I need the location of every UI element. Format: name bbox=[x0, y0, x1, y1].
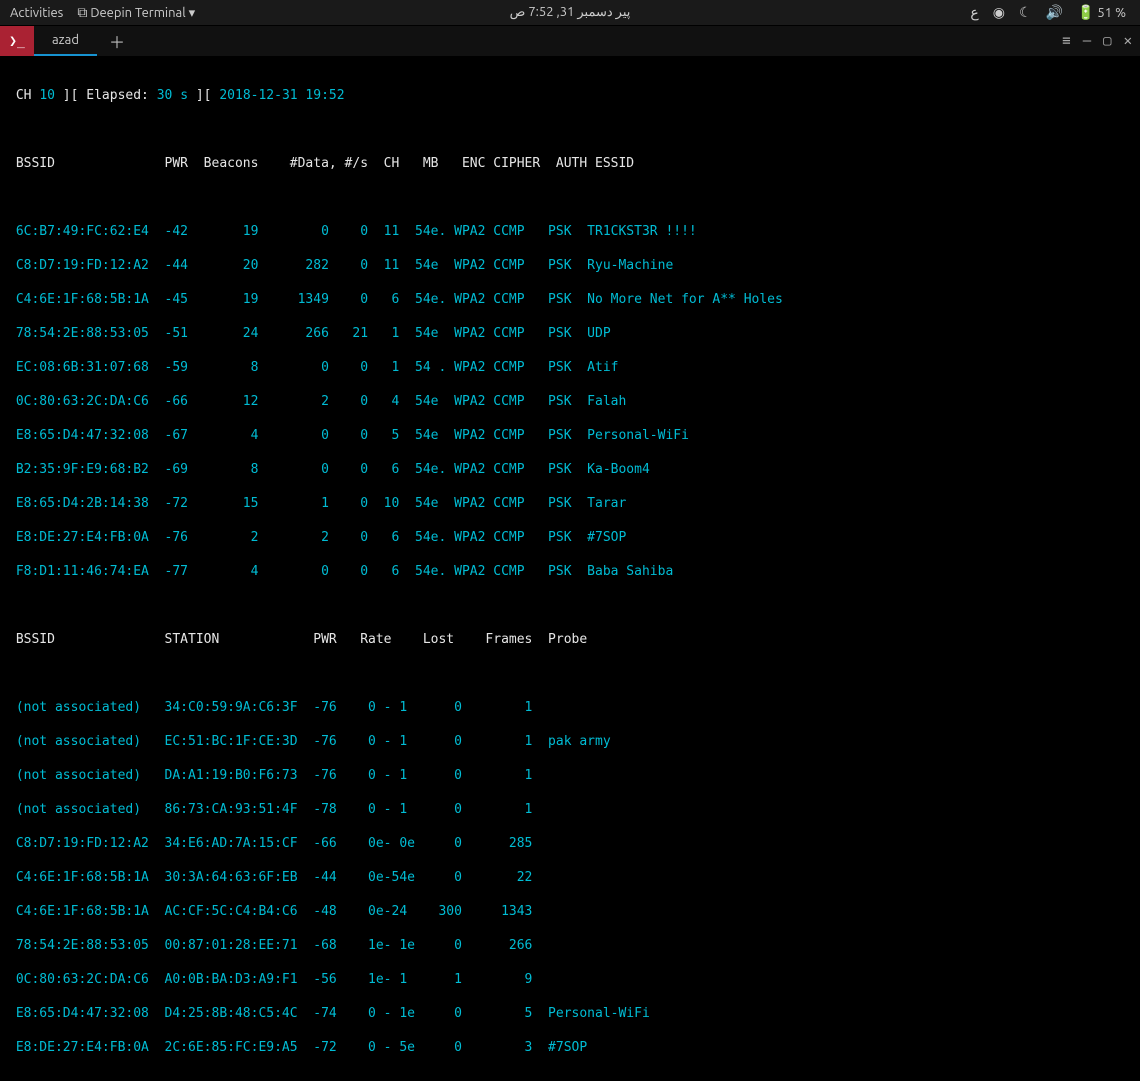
terminal-tab-bar: ❯_ azad ＋ ≡ — ▢ ✕ bbox=[0, 26, 1140, 56]
ap-row: 6C:B7:49:FC:62:E4 -42 19 0 0 11 54e. WPA… bbox=[8, 223, 1132, 240]
terminal-icon: ⧉ bbox=[77, 4, 87, 20]
battery-percent: 51 % bbox=[1097, 6, 1126, 20]
ap-row: C8:D7:19:FD:12:A2 -44 20 282 0 11 54e WP… bbox=[8, 257, 1132, 274]
station-row: (not associated) DA:A1:19:B0:F6:73 -76 0… bbox=[8, 767, 1132, 784]
terminal-output[interactable]: CH 10 ][ Elapsed: 30 s ][ 2018-12-31 19:… bbox=[0, 56, 1140, 1081]
station-row: 0C:80:63:2C:DA:C6 A0:0B:BA:D3:A9:F1 -56 … bbox=[8, 971, 1132, 988]
clock[interactable]: پیر دسمبر 31, 7:52 ص bbox=[510, 5, 631, 20]
new-tab-button[interactable]: ＋ bbox=[97, 29, 137, 53]
ap-row: F8:D1:11:46:74:EA -77 4 0 0 6 54e. WPA2 … bbox=[8, 563, 1132, 580]
language-icon[interactable]: ع bbox=[970, 4, 978, 21]
ap-row: C4:6E:1F:68:5B:1A -45 19 1349 0 6 54e. W… bbox=[8, 291, 1132, 308]
station-row: C8:D7:19:FD:12:A2 34:E6:AD:7A:15:CF -66 … bbox=[8, 835, 1132, 852]
terminal-launcher-icon[interactable]: ❯_ bbox=[0, 26, 34, 56]
status-line: CH 10 ][ Elapsed: 30 s ][ 2018-12-31 19:… bbox=[8, 88, 345, 103]
app-menu-label: Deepin Terminal ▾ bbox=[90, 6, 195, 20]
activities-button[interactable]: Activities bbox=[10, 6, 63, 20]
station-row: C4:6E:1F:68:5B:1A AC:CF:5C:C4:B4:C6 -48 … bbox=[8, 903, 1132, 920]
ap-table-header: BSSID PWR Beacons #Data, #/s CH MB ENC C… bbox=[8, 155, 1132, 172]
ap-row: B2:35:9F:E9:68:B2 -69 8 0 0 6 54e. WPA2 … bbox=[8, 461, 1132, 478]
station-row: (not associated) EC:51:BC:1F:CE:3D -76 0… bbox=[8, 733, 1132, 750]
ap-row: E8:65:D4:2B:14:38 -72 15 1 0 10 54e WPA2… bbox=[8, 495, 1132, 512]
tab-azad[interactable]: azad bbox=[34, 26, 97, 56]
station-row: (not associated) 86:73:CA:93:51:4F -78 0… bbox=[8, 801, 1132, 818]
app-menu[interactable]: ⧉ Deepin Terminal ▾ bbox=[77, 4, 195, 21]
menu-button[interactable]: ≡ bbox=[1062, 33, 1070, 49]
station-row: E8:DE:27:E4:FB:0A 2C:6E:85:FC:E9:A5 -72 … bbox=[8, 1039, 1132, 1056]
gnome-top-bar: Activities ⧉ Deepin Terminal ▾ پیر دسمبر… bbox=[0, 0, 1140, 26]
maximize-button[interactable]: ▢ bbox=[1103, 33, 1111, 49]
ap-row: 0C:80:63:2C:DA:C6 -66 12 2 0 4 54e WPA2 … bbox=[8, 393, 1132, 410]
station-row: C4:6E:1F:68:5B:1A 30:3A:64:63:6F:EB -44 … bbox=[8, 869, 1132, 886]
station-row: (not associated) 34:C0:59:9A:C6:3F -76 0… bbox=[8, 699, 1132, 716]
close-button[interactable]: ✕ bbox=[1124, 33, 1132, 49]
station-table-header: BSSID STATION PWR Rate Lost Frames Probe bbox=[8, 631, 1132, 648]
accessibility-icon[interactable]: ◉ bbox=[993, 4, 1005, 21]
minimize-button[interactable]: — bbox=[1083, 33, 1091, 49]
ap-row: 78:54:2E:88:53:05 -51 24 266 21 1 54e WP… bbox=[8, 325, 1132, 342]
battery-indicator[interactable]: 🔋 51 % bbox=[1077, 4, 1126, 21]
ap-row: E8:65:D4:47:32:08 -67 4 0 0 5 54e WPA2 C… bbox=[8, 427, 1132, 444]
ap-row: E8:DE:27:E4:FB:0A -76 2 2 0 6 54e. WPA2 … bbox=[8, 529, 1132, 546]
station-row: E8:65:D4:47:32:08 D4:25:8B:48:C5:4C -74 … bbox=[8, 1005, 1132, 1022]
ap-row: EC:08:6B:31:07:68 -59 8 0 0 1 54 . WPA2 … bbox=[8, 359, 1132, 376]
station-row: 78:54:2E:88:53:05 00:87:01:28:EE:71 -68 … bbox=[8, 937, 1132, 954]
battery-icon: 🔋 bbox=[1077, 4, 1094, 20]
volume-icon[interactable]: 🔊 bbox=[1046, 4, 1063, 21]
night-icon[interactable]: ☾ bbox=[1019, 4, 1032, 21]
